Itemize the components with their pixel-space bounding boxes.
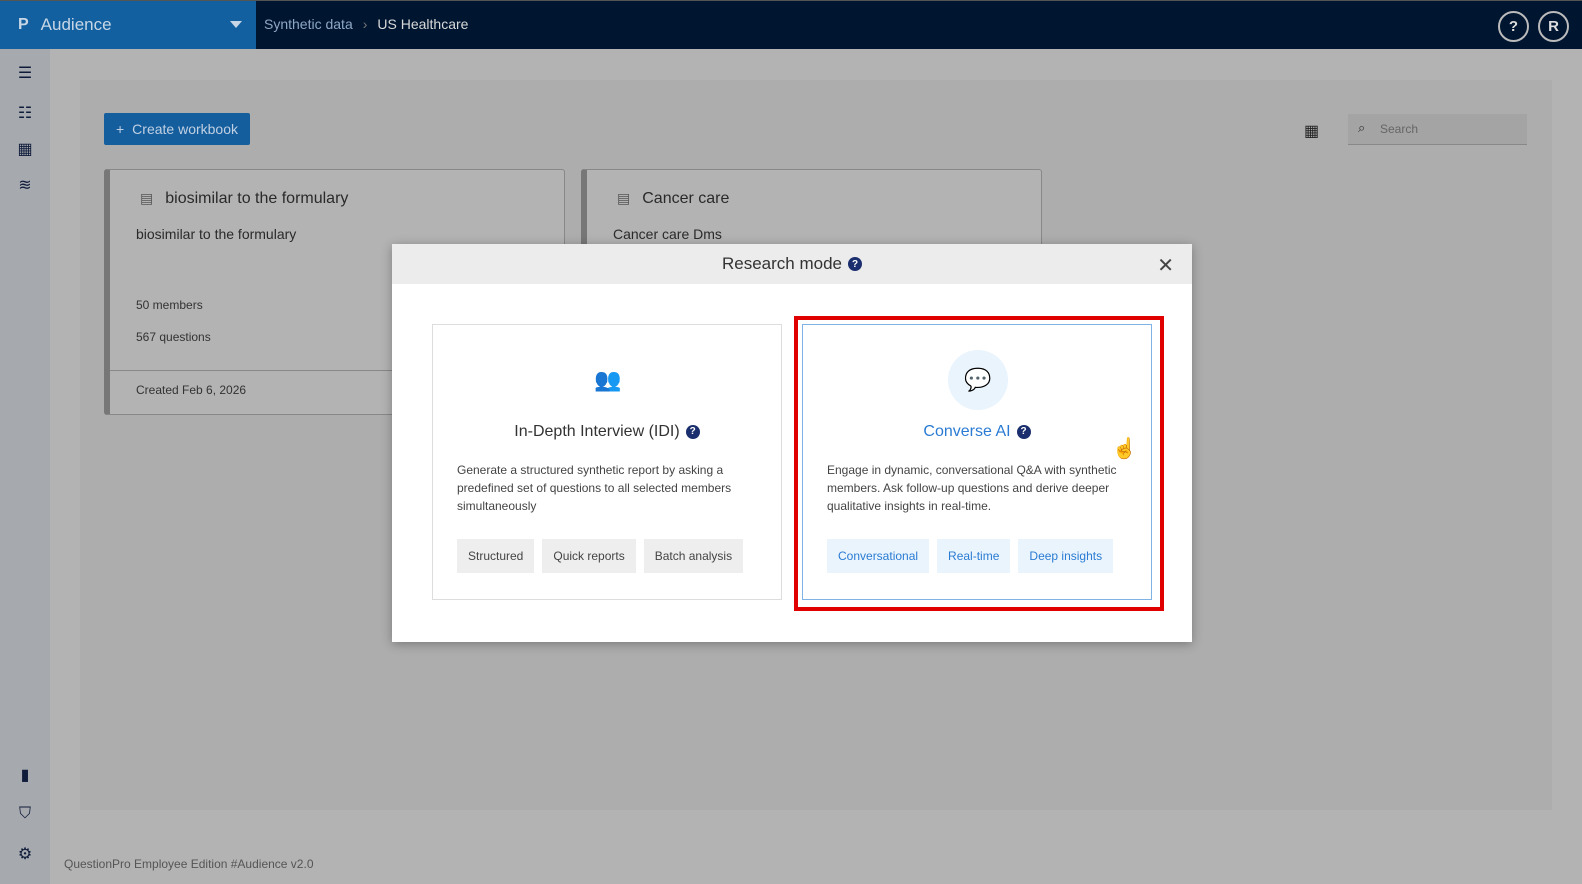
tag: Batch analysis (643, 539, 744, 573)
chevron-right-icon: › (362, 16, 368, 32)
chevron-down-icon (230, 21, 242, 28)
highlight-box (794, 316, 1164, 611)
gear-icon[interactable]: ⚙ (15, 844, 35, 863)
card-members: 50 members (136, 298, 203, 312)
breadcrumb-current: US Healthcare (377, 16, 469, 32)
help-icon[interactable]: ? (685, 424, 700, 439)
search-icon: ⌕ (1358, 120, 1366, 135)
top-bar: P Audience Synthetic data › US Healthcare … (0, 0, 1582, 49)
workbook-icon: ▤ (140, 190, 154, 206)
help-button[interactable]: ? (1498, 11, 1529, 42)
card-title: Cancer care (642, 190, 730, 207)
hand-cursor-icon: ☝ (1112, 438, 1137, 460)
app-name: Audience (40, 15, 112, 34)
help-icon[interactable]: ? (848, 257, 862, 271)
option-description: Generate a structured synthetic report b… (457, 463, 732, 513)
avatar[interactable]: R (1538, 11, 1569, 42)
dialog-title: Research mode (721, 254, 842, 273)
shield-icon[interactable]: ⛉ (15, 805, 35, 823)
tag: Structured (457, 539, 535, 573)
create-workbook-button[interactable]: + Create workbook (104, 113, 250, 145)
workbook-icon: ▤ (617, 190, 631, 206)
card-description: biosimilar to the formulary (136, 226, 297, 242)
menu-icon[interactable]: ☰ (15, 63, 35, 82)
footer-text: QuestionPro Employee Edition #Audience v… (64, 857, 314, 871)
list-icon[interactable]: ☷ (15, 103, 35, 122)
trash-icon[interactable]: ▮ (15, 765, 35, 784)
option-title: In-Depth Interview (IDI) (514, 423, 680, 440)
option-idi[interactable]: 👥 In-Depth Interview (IDI)? Generate a s… (432, 324, 782, 600)
breadcrumb-synthetic-data[interactable]: Synthetic data (264, 16, 353, 32)
grid-view-icon[interactable]: ▦ (1304, 121, 1319, 141)
card-description: Cancer care Dms (613, 226, 722, 242)
app-logo: P (18, 16, 29, 33)
tag: Quick reports (542, 539, 636, 573)
breadcrumb: Synthetic data › US Healthcare (264, 16, 468, 32)
search-input[interactable]: ⌕ Search (1348, 114, 1527, 145)
users-icon: 👥 (594, 367, 622, 392)
plus-icon: + (115, 121, 125, 137)
close-button[interactable]: ✕ (1157, 253, 1174, 278)
search-placeholder: Search (1380, 122, 1419, 136)
create-workbook-label: Create workbook (132, 121, 238, 137)
sidebar: ☰ ☷ ▦ ≋ ▮ ⛉ ⚙ (0, 49, 50, 884)
card-title: biosimilar to the formulary (165, 190, 349, 207)
grid-icon[interactable]: ▦ (15, 139, 35, 158)
card-questions: 567 questions (136, 330, 211, 344)
database-icon[interactable]: ≋ (15, 175, 35, 194)
app-switcher[interactable]: P Audience (0, 1, 256, 49)
